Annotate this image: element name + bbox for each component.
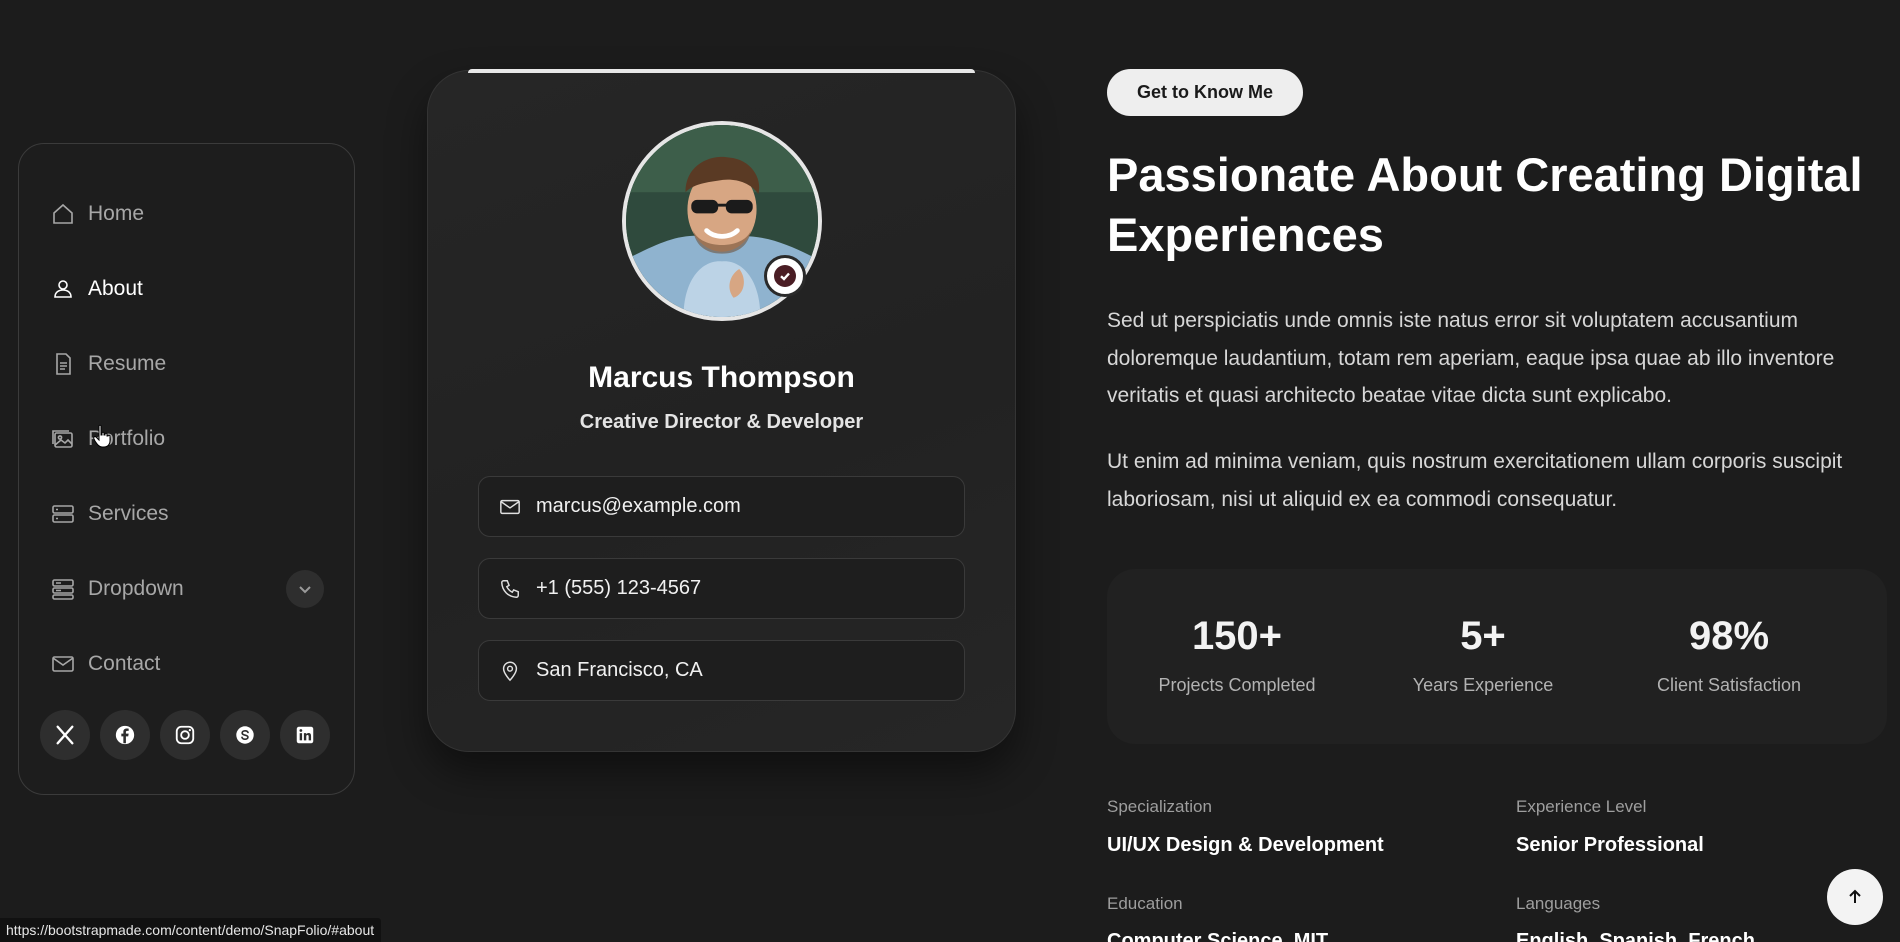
nav-label-dropdown: Dropdown bbox=[88, 576, 184, 600]
scroll-top-button[interactable] bbox=[1827, 869, 1883, 925]
contact-phone-text: +1 (555) 123-4567 bbox=[536, 577, 702, 599]
skype-icon bbox=[236, 726, 254, 744]
check-circle-icon bbox=[774, 265, 796, 287]
about-paragraph-1: Sed ut perspiciatis unde omnis iste natu… bbox=[1107, 309, 1835, 407]
chevron-down-icon bbox=[299, 586, 311, 594]
instagram-icon bbox=[175, 725, 195, 745]
profile-name: Marcus Thompson bbox=[588, 361, 855, 394]
nav-label-services: Services bbox=[88, 501, 169, 525]
stat-value: 98% bbox=[1688, 614, 1770, 658]
experience-level-label: Experience Level bbox=[1516, 797, 1647, 816]
nav-label-contact: Contact bbox=[88, 651, 161, 675]
profile-role: Creative Director & Developer bbox=[579, 411, 864, 433]
profile-card: Marcus Thompson Creative Director & Deve… bbox=[427, 69, 1016, 752]
section-badge: Get to Know Me bbox=[1107, 69, 1303, 116]
envelope-icon bbox=[50, 651, 76, 677]
linkedin-button[interactable] bbox=[280, 710, 330, 760]
education-value: Computer Science, MIT bbox=[1107, 930, 1329, 942]
about-paragraph-2: Ut enim ad minima veniam, quis nostrum e… bbox=[1107, 450, 1843, 511]
social-links bbox=[40, 710, 330, 760]
stat-label: Projects Completed bbox=[1158, 675, 1316, 695]
nav-item-about[interactable]: About bbox=[19, 251, 354, 326]
file-text-icon bbox=[50, 351, 76, 377]
nav-item-portfolio[interactable]: Portfolio bbox=[19, 401, 354, 476]
nav-item-home[interactable]: Home bbox=[19, 176, 354, 251]
facebook-button[interactable] bbox=[100, 710, 150, 760]
nav-item-contact[interactable]: Contact bbox=[19, 626, 354, 701]
experience-level-value: Senior Professional bbox=[1516, 834, 1704, 856]
linkedin-icon bbox=[296, 726, 314, 744]
envelope-icon bbox=[500, 499, 520, 514]
stat-label: Years Experience bbox=[1412, 675, 1554, 695]
languages-value: English, Spanish, French bbox=[1516, 930, 1755, 942]
nav-label-home: Home bbox=[88, 201, 145, 225]
facebook-icon bbox=[115, 725, 135, 745]
nav-label-about: About bbox=[88, 276, 143, 300]
sidebar-nav: Home About Resume Portfolio Services Dro… bbox=[18, 143, 355, 795]
about-title: Passionate About Creating Digital Experi… bbox=[1107, 148, 1863, 261]
nav-label-resume: Resume bbox=[88, 351, 167, 375]
contact-phone[interactable]: +1 (555) 123-4567 bbox=[478, 558, 965, 619]
hand-cursor-icon bbox=[93, 424, 111, 448]
contact-email[interactable]: marcus@example.com bbox=[478, 476, 965, 537]
nav-item-dropdown[interactable]: Dropdown bbox=[19, 551, 354, 626]
status-bar-url: https://bootstrapmade.com/content/demo/S… bbox=[0, 918, 382, 942]
languages-label: Languages bbox=[1516, 894, 1601, 913]
hdd-stack-icon bbox=[50, 501, 76, 527]
verified-badge bbox=[764, 255, 806, 297]
contact-location-text: San Francisco, CA bbox=[536, 659, 703, 681]
nav-list: Home About Resume Portfolio Services Dro… bbox=[19, 144, 354, 701]
contact-email-text: marcus@example.com bbox=[536, 495, 741, 517]
x-twitter-icon bbox=[56, 725, 74, 745]
specialization-value: UI/UX Design & Development bbox=[1107, 834, 1384, 856]
stat-label: Client Satisfaction bbox=[1656, 675, 1802, 695]
instagram-button[interactable] bbox=[160, 710, 210, 760]
map-pin-icon bbox=[502, 661, 518, 681]
specialization-label: Specialization bbox=[1107, 797, 1212, 816]
nav-item-services[interactable]: Services bbox=[19, 476, 354, 551]
education-label: Education bbox=[1107, 894, 1183, 913]
stat-projects: 150+ Projects Completed bbox=[1117, 614, 1357, 696]
stat-experience: 5+ Years Experience bbox=[1363, 614, 1603, 696]
x-twitter-button[interactable] bbox=[40, 710, 90, 760]
dropdown-toggle-button[interactable] bbox=[286, 570, 324, 608]
stat-satisfaction: 98% Client Satisfaction bbox=[1609, 614, 1849, 696]
stat-value: 150+ bbox=[1191, 614, 1283, 658]
skype-button[interactable] bbox=[220, 710, 270, 760]
stat-value: 5+ bbox=[1460, 614, 1506, 658]
arrow-up-icon bbox=[1849, 889, 1861, 903]
nav-item-resume[interactable]: Resume bbox=[19, 326, 354, 401]
person-icon bbox=[50, 276, 76, 302]
phone-icon bbox=[501, 579, 519, 598]
menu-stack-icon bbox=[50, 576, 76, 602]
contact-location[interactable]: San Francisco, CA bbox=[478, 640, 965, 701]
images-icon bbox=[50, 426, 76, 452]
house-icon bbox=[50, 201, 76, 227]
stats-box: 150+ Projects Completed 5+ Years Experie… bbox=[1107, 569, 1887, 744]
